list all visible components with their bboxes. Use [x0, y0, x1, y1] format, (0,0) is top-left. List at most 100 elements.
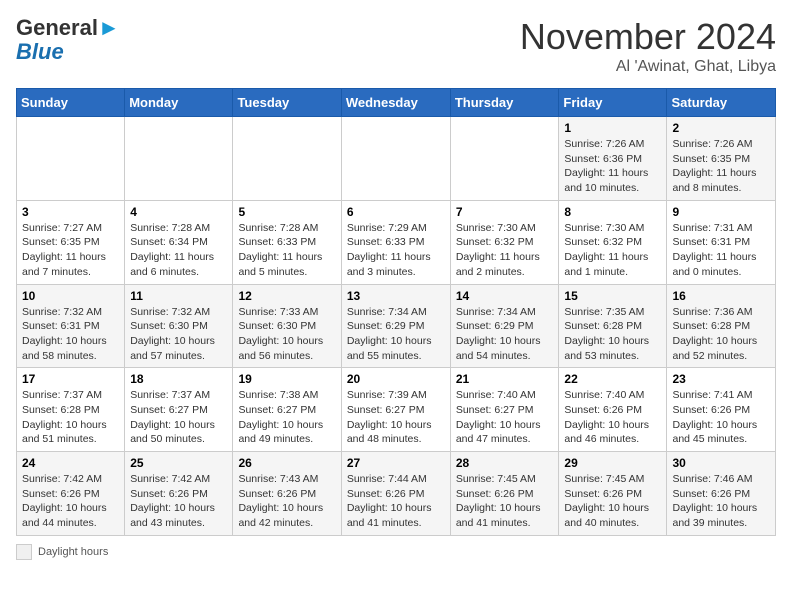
- calendar-cell: 25 Sunrise: 7:42 AM Sunset: 6:26 PM Dayli…: [125, 452, 233, 536]
- calendar-cell: 19 Sunrise: 7:38 AM Sunset: 6:27 PM Dayli…: [233, 368, 341, 452]
- day-info: Sunrise: 7:45 AM Sunset: 6:26 PM Dayligh…: [456, 472, 554, 531]
- day-info: Sunrise: 7:35 AM Sunset: 6:28 PM Dayligh…: [564, 305, 661, 364]
- weekday-header-saturday: Saturday: [667, 89, 776, 117]
- day-number: 12: [238, 289, 335, 303]
- calendar-cell: 29 Sunrise: 7:45 AM Sunset: 6:26 PM Dayli…: [559, 452, 667, 536]
- day-info: Sunrise: 7:33 AM Sunset: 6:30 PM Dayligh…: [238, 305, 335, 364]
- day-number: 19: [238, 372, 335, 386]
- calendar-cell: 21Sunrise: 7:40 AM Sunset: 6:27 PM Dayli…: [450, 368, 559, 452]
- day-number: 20: [347, 372, 445, 386]
- day-number: 3: [22, 205, 119, 219]
- calendar-cell: 17Sunrise: 7:37 AM Sunset: 6:28 PM Dayli…: [17, 368, 125, 452]
- calendar-cell: 15 Sunrise: 7:35 AM Sunset: 6:28 PM Dayli…: [559, 284, 667, 368]
- calendar-cell: 11Sunrise: 7:32 AM Sunset: 6:30 PM Dayli…: [125, 284, 233, 368]
- calendar-cell: [233, 117, 341, 201]
- day-info: Sunrise: 7:34 AM Sunset: 6:29 PM Dayligh…: [347, 305, 445, 364]
- calendar-cell: 2 Sunrise: 7:26 AM Sunset: 6:35 PM Daylig…: [667, 117, 776, 201]
- calendar-cell: 7 Sunrise: 7:30 AM Sunset: 6:32 PM Daylig…: [450, 200, 559, 284]
- calendar-cell: [125, 117, 233, 201]
- day-info: Sunrise: 7:28 AM Sunset: 6:34 PM Dayligh…: [130, 221, 227, 280]
- day-info: Sunrise: 7:28 AM Sunset: 6:33 PM Dayligh…: [238, 221, 335, 280]
- title-section: November 2024 Al 'Awinat, Ghat, Libya: [520, 16, 776, 76]
- day-number: 2: [672, 121, 770, 135]
- day-number: 5: [238, 205, 335, 219]
- day-info: Sunrise: 7:32 AM Sunset: 6:31 PM Dayligh…: [22, 305, 119, 364]
- calendar-cell: 24 Sunrise: 7:42 AM Sunset: 6:26 PM Dayli…: [17, 452, 125, 536]
- day-info: Sunrise: 7:29 AM Sunset: 6:33 PM Dayligh…: [347, 221, 445, 280]
- calendar-cell: 18 Sunrise: 7:37 AM Sunset: 6:27 PM Dayli…: [125, 368, 233, 452]
- day-info: Sunrise: 7:37 AM Sunset: 6:27 PM Dayligh…: [130, 388, 227, 447]
- day-number: 6: [347, 205, 445, 219]
- day-number: 30: [672, 456, 770, 470]
- day-number: 18: [130, 372, 227, 386]
- day-info: Sunrise: 7:32 AM Sunset: 6:30 PM Dayligh…: [130, 305, 227, 364]
- day-info: Sunrise: 7:26 AM Sunset: 6:35 PM Dayligh…: [672, 137, 770, 196]
- day-number: 22: [564, 372, 661, 386]
- day-number: 9: [672, 205, 770, 219]
- day-info: Sunrise: 7:43 AM Sunset: 6:26 PM Dayligh…: [238, 472, 335, 531]
- day-number: 23: [672, 372, 770, 386]
- month-title: November 2024: [520, 16, 776, 58]
- calendar-cell: 12 Sunrise: 7:33 AM Sunset: 6:30 PM Dayli…: [233, 284, 341, 368]
- day-number: 15: [564, 289, 661, 303]
- day-number: 27: [347, 456, 445, 470]
- day-number: 8: [564, 205, 661, 219]
- day-info: Sunrise: 7:42 AM Sunset: 6:26 PM Dayligh…: [130, 472, 227, 531]
- day-info: Sunrise: 7:31 AM Sunset: 6:31 PM Dayligh…: [672, 221, 770, 280]
- calendar-cell: 13 Sunrise: 7:34 AM Sunset: 6:29 PM Dayli…: [341, 284, 450, 368]
- calendar-cell: 4Sunrise: 7:28 AM Sunset: 6:34 PM Daylig…: [125, 200, 233, 284]
- calendar-cell: 26 Sunrise: 7:43 AM Sunset: 6:26 PM Dayli…: [233, 452, 341, 536]
- day-info: Sunrise: 7:44 AM Sunset: 6:26 PM Dayligh…: [347, 472, 445, 531]
- day-info: Sunrise: 7:30 AM Sunset: 6:32 PM Dayligh…: [456, 221, 554, 280]
- day-number: 7: [456, 205, 554, 219]
- weekday-header-tuesday: Tuesday: [233, 89, 341, 117]
- day-info: Sunrise: 7:45 AM Sunset: 6:26 PM Dayligh…: [564, 472, 661, 531]
- logo-text: General►: [16, 16, 120, 40]
- calendar-table: SundayMondayTuesdayWednesdayThursdayFrid…: [16, 88, 776, 536]
- page-header: General► Blue November 2024 Al 'Awinat, …: [16, 16, 776, 76]
- day-number: 26: [238, 456, 335, 470]
- day-number: 10: [22, 289, 119, 303]
- weekday-header-sunday: Sunday: [17, 89, 125, 117]
- weekday-header-thursday: Thursday: [450, 89, 559, 117]
- day-number: 24: [22, 456, 119, 470]
- logo: General► Blue: [16, 16, 120, 64]
- weekday-header-monday: Monday: [125, 89, 233, 117]
- day-info: Sunrise: 7:42 AM Sunset: 6:26 PM Dayligh…: [22, 472, 119, 531]
- day-info: Sunrise: 7:34 AM Sunset: 6:29 PM Dayligh…: [456, 305, 554, 364]
- day-number: 17: [22, 372, 119, 386]
- day-info: Sunrise: 7:40 AM Sunset: 6:27 PM Dayligh…: [456, 388, 554, 447]
- weekday-header-wednesday: Wednesday: [341, 89, 450, 117]
- calendar-cell: [17, 117, 125, 201]
- calendar-cell: 10 Sunrise: 7:32 AM Sunset: 6:31 PM Dayli…: [17, 284, 125, 368]
- calendar-cell: 9 Sunrise: 7:31 AM Sunset: 6:31 PM Daylig…: [667, 200, 776, 284]
- calendar-cell: 23 Sunrise: 7:41 AM Sunset: 6:26 PM Dayli…: [667, 368, 776, 452]
- day-number: 16: [672, 289, 770, 303]
- day-number: 29: [564, 456, 661, 470]
- day-info: Sunrise: 7:46 AM Sunset: 6:26 PM Dayligh…: [672, 472, 770, 531]
- calendar-cell: [450, 117, 559, 201]
- calendar-cell: 14Sunrise: 7:34 AM Sunset: 6:29 PM Dayli…: [450, 284, 559, 368]
- day-number: 25: [130, 456, 227, 470]
- legend-box: [16, 544, 32, 560]
- calendar-cell: 22Sunrise: 7:40 AM Sunset: 6:26 PM Dayli…: [559, 368, 667, 452]
- calendar-cell: 8 Sunrise: 7:30 AM Sunset: 6:32 PM Daylig…: [559, 200, 667, 284]
- calendar-cell: 1 Sunrise: 7:26 AM Sunset: 6:36 PM Daylig…: [559, 117, 667, 201]
- day-info: Sunrise: 7:38 AM Sunset: 6:27 PM Dayligh…: [238, 388, 335, 447]
- day-info: Sunrise: 7:41 AM Sunset: 6:26 PM Dayligh…: [672, 388, 770, 447]
- logo-blue: Blue: [16, 39, 64, 64]
- footer: Daylight hours: [16, 544, 776, 560]
- day-info: Sunrise: 7:39 AM Sunset: 6:27 PM Dayligh…: [347, 388, 445, 447]
- day-number: 1: [564, 121, 661, 135]
- day-number: 13: [347, 289, 445, 303]
- day-info: Sunrise: 7:36 AM Sunset: 6:28 PM Dayligh…: [672, 305, 770, 364]
- day-info: Sunrise: 7:26 AM Sunset: 6:36 PM Dayligh…: [564, 137, 661, 196]
- calendar-cell: 20 Sunrise: 7:39 AM Sunset: 6:27 PM Dayli…: [341, 368, 450, 452]
- calendar-cell: 30 Sunrise: 7:46 AM Sunset: 6:26 PM Dayli…: [667, 452, 776, 536]
- legend-label: Daylight hours: [38, 546, 108, 558]
- calendar-cell: [341, 117, 450, 201]
- day-info: Sunrise: 7:30 AM Sunset: 6:32 PM Dayligh…: [564, 221, 661, 280]
- day-info: Sunrise: 7:27 AM Sunset: 6:35 PM Dayligh…: [22, 221, 119, 280]
- calendar-cell: 16 Sunrise: 7:36 AM Sunset: 6:28 PM Dayli…: [667, 284, 776, 368]
- calendar-cell: 3 Sunrise: 7:27 AM Sunset: 6:35 PM Daylig…: [17, 200, 125, 284]
